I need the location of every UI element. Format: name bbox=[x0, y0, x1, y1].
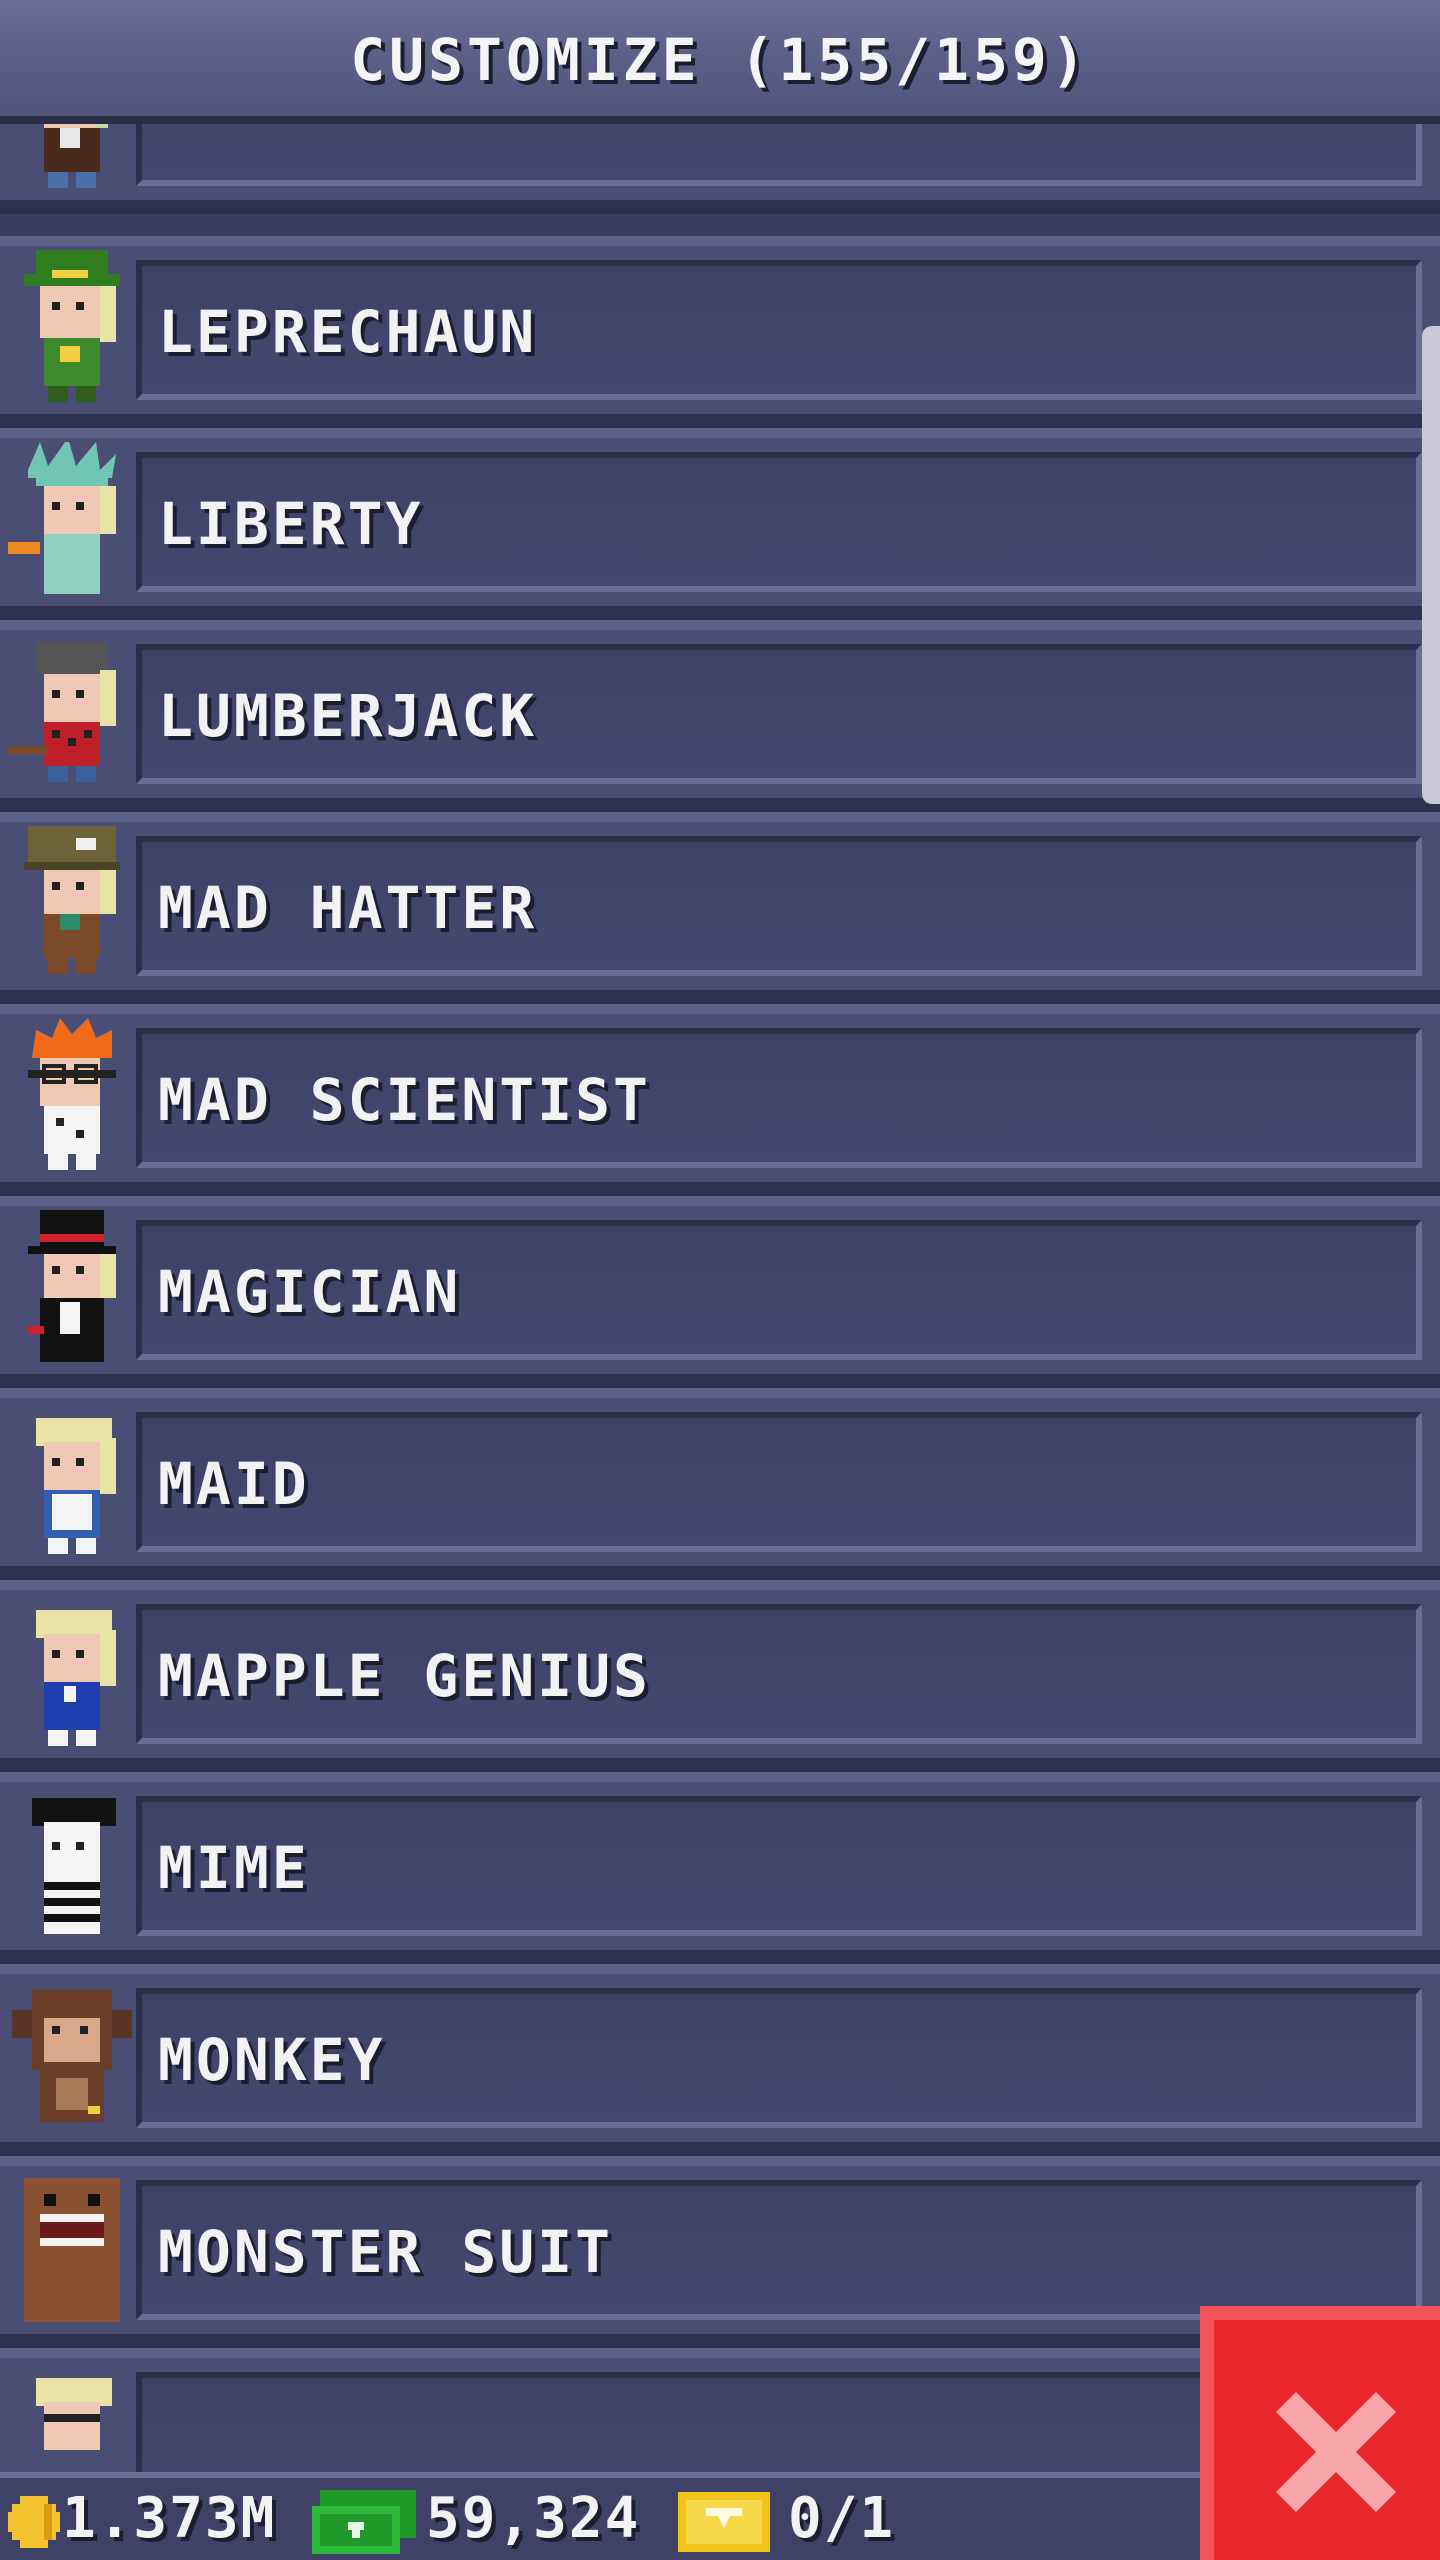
liberty-avatar-icon bbox=[8, 442, 116, 594]
mapple-genius-avatar-icon bbox=[36, 1610, 116, 1746]
list-item-label: MONKEY bbox=[158, 2026, 386, 2094]
list-item-label: MAD SCIENTIST bbox=[158, 1066, 651, 1134]
list-item-label: LIBERTY bbox=[158, 490, 424, 558]
costume-list[interactable]: LEATHER JACKET LEPRECHAUN bbox=[0, 0, 1440, 2560]
lumberjack-avatar-icon bbox=[8, 642, 116, 782]
mad-hatter-avatar-icon bbox=[24, 826, 120, 974]
list-item[interactable]: MAD HATTER bbox=[0, 812, 1440, 1004]
bux-count: 59,324 bbox=[426, 2486, 641, 2551]
list-item[interactable]: LIBERTY bbox=[0, 428, 1440, 620]
tickets-count: 0/1 bbox=[788, 2486, 896, 2551]
list-item-label: LUMBERJACK bbox=[158, 682, 538, 750]
list-item[interactable]: MIME bbox=[0, 1772, 1440, 1964]
maid-avatar-icon bbox=[36, 1418, 116, 1554]
scrollbar[interactable] bbox=[1422, 326, 1440, 804]
list-item-label: MIME bbox=[158, 1834, 310, 1902]
monster-suit-avatar-icon bbox=[24, 2178, 120, 2322]
list-item[interactable]: MAPPLE GENIUS bbox=[0, 1580, 1440, 1772]
bux-icon bbox=[312, 2490, 416, 2554]
list-item[interactable]: LUMBERJACK bbox=[0, 620, 1440, 812]
page-title: CUSTOMIZE (155/159) bbox=[350, 26, 1090, 94]
list-item-label: MAGICIAN bbox=[158, 1258, 462, 1326]
list-item[interactable]: MAGICIAN bbox=[0, 1196, 1440, 1388]
list-item-label: LEPRECHAUN bbox=[158, 298, 538, 366]
list-item-label: MONSTER SUIT bbox=[158, 2218, 614, 2286]
magician-avatar-icon bbox=[28, 1210, 116, 1362]
close-icon bbox=[1276, 2392, 1396, 2512]
ticket-icon bbox=[678, 2492, 770, 2552]
list-item-panel bbox=[136, 1796, 1422, 1936]
list-item[interactable]: MAID bbox=[0, 1388, 1440, 1580]
list-item-label: MAID bbox=[158, 1450, 310, 1518]
header-bar: CUSTOMIZE (155/159) bbox=[0, 0, 1440, 124]
mad-scientist-avatar-icon bbox=[28, 1018, 116, 1170]
list-item-label: MAPPLE GENIUS bbox=[158, 1642, 651, 1710]
list-item[interactable]: MONKEY bbox=[0, 1964, 1440, 2156]
leprechaun-avatar-icon bbox=[24, 250, 120, 402]
coins-count: 1.373M bbox=[62, 2486, 277, 2551]
close-button[interactable] bbox=[1200, 2306, 1440, 2560]
mime-avatar-icon bbox=[32, 1798, 116, 1934]
list-item[interactable]: LEPRECHAUN bbox=[0, 236, 1440, 428]
coin-icon bbox=[8, 2496, 60, 2548]
customize-screen: LEATHER JACKET LEPRECHAUN bbox=[0, 0, 1440, 2560]
list-item[interactable]: MAD SCIENTIST bbox=[0, 1004, 1440, 1196]
list-item-panel bbox=[136, 1412, 1422, 1552]
monkey-avatar-icon bbox=[12, 1990, 132, 2122]
list-item-label: MAD HATTER bbox=[158, 874, 538, 942]
